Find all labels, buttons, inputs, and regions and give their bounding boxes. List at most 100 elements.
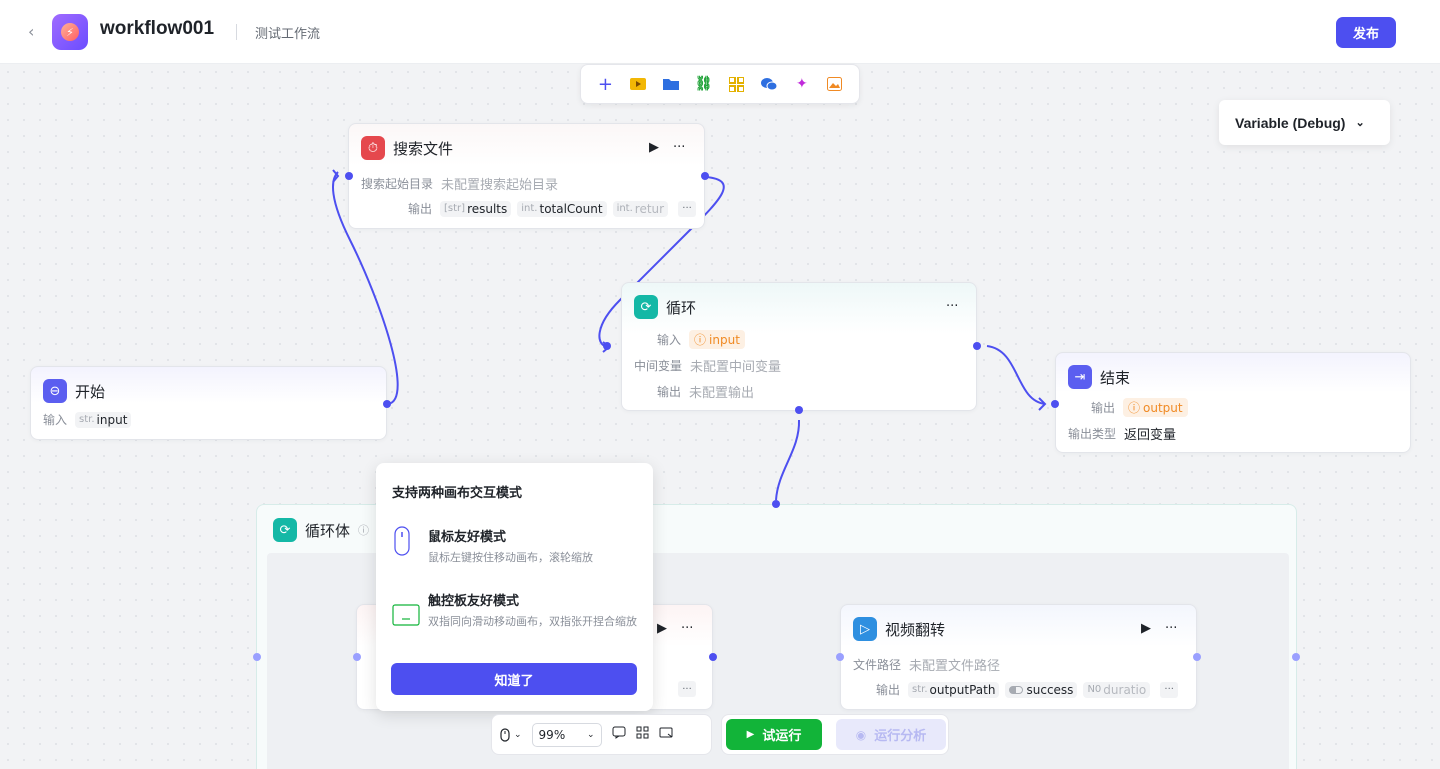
got-it-button[interactable]: 知道了: [391, 663, 637, 695]
run-node-icon[interactable]: ▶: [1141, 621, 1151, 636]
more-icon[interactable]: ···: [946, 299, 958, 314]
output-label: 输出: [1091, 401, 1116, 415]
field-label: 搜索起始目录: [361, 177, 434, 191]
wechat-icon[interactable]: [759, 74, 779, 94]
input-warning-tag: ⓘ input: [689, 330, 745, 349]
test-run-button[interactable]: ▶ 试运行: [726, 719, 822, 750]
port-out[interactable]: [383, 400, 391, 408]
output-tag: [str] results: [440, 200, 512, 217]
port-out[interactable]: [973, 342, 981, 350]
folder-icon[interactable]: [661, 74, 681, 94]
port-in[interactable]: [1051, 400, 1059, 408]
port-loop-right[interactable]: [1292, 653, 1300, 661]
lightning-icon: ⚡: [61, 23, 79, 41]
chevron-down-icon: ⌄: [514, 729, 522, 740]
touchpad-mode-title: 触控板友好模式: [428, 594, 520, 609]
more-outputs-icon[interactable]: ···: [678, 681, 696, 697]
output-warning-tag: ⓘ output: [1123, 398, 1188, 417]
port-in[interactable]: [603, 342, 611, 350]
play-icon: ▶: [746, 729, 755, 740]
mouse-mode-title: 鼠标友好模式: [428, 530, 507, 545]
output-tag: int. totalCount: [517, 200, 607, 217]
image-icon[interactable]: [825, 74, 845, 94]
chevron-down-icon: ⌄: [587, 729, 595, 740]
chevron-down-icon: ⌄: [1355, 117, 1365, 129]
clock-icon: ⏱: [361, 136, 385, 160]
plus-icon[interactable]: +: [595, 74, 615, 95]
type-label: 输出类型: [1068, 427, 1117, 441]
mouse-mode-toggle[interactable]: ⌄: [500, 727, 522, 742]
sparkle-icon[interactable]: ✦: [792, 74, 812, 94]
port-in[interactable]: [353, 653, 361, 661]
touchpad-mode-option[interactable]: 触控板友好模式 双指同向滑动移动画布，双指张开捏合缩放: [392, 590, 638, 631]
more-icon[interactable]: ···: [681, 621, 693, 636]
node-start[interactable]: ⊖ 开始 输入 str. input: [30, 366, 387, 440]
mouse-icon: [392, 526, 416, 567]
port-loop-left[interactable]: [253, 653, 261, 661]
node-end[interactable]: ⇥ 结束 输出 ⓘ output 输出类型 返回变量: [1055, 352, 1411, 453]
workflow-description: 测试工作流: [255, 27, 321, 42]
loop-icon: ⟳: [273, 518, 297, 542]
input-label: 输入: [43, 413, 68, 427]
more-outputs-icon[interactable]: ···: [678, 200, 697, 217]
loop-icon: ⟳: [634, 295, 658, 319]
touchpad-icon: [392, 590, 420, 631]
publish-button[interactable]: 发布: [1336, 17, 1396, 48]
port-in[interactable]: [345, 172, 353, 180]
run-analysis-label: 运行分析: [874, 729, 927, 744]
header-divider: [236, 24, 237, 40]
output-tag: int. retur: [612, 200, 669, 217]
header-bar: ‹ ⚡ workflow001 测试工作流 发布: [0, 0, 1440, 64]
back-chevron-icon[interactable]: ‹: [28, 22, 44, 42]
grid-icon[interactable]: [726, 74, 746, 94]
run-analysis-button[interactable]: ◉ 运行分析: [836, 719, 946, 750]
field-value: 未配置搜索起始目录: [441, 178, 559, 193]
variable-debug-dropdown[interactable]: Variable (Debug) ⌄: [1219, 100, 1390, 145]
path-value: 未配置文件路径: [909, 659, 1001, 674]
toggle-icon: [1009, 685, 1024, 694]
workflow-title: workflow001: [100, 18, 215, 39]
node-title: 搜索文件: [393, 139, 454, 158]
warning-icon: ⓘ: [1128, 401, 1141, 415]
node-title: 结束: [1100, 368, 1131, 387]
video-icon[interactable]: [628, 74, 648, 94]
input-tag: str. input: [75, 411, 132, 428]
layout-grid-icon[interactable]: [636, 726, 649, 743]
mouse-icon: [500, 727, 510, 742]
link-icon[interactable]: ⛓: [694, 74, 714, 94]
more-icon[interactable]: ···: [1165, 621, 1177, 636]
input-label: 输入: [657, 333, 682, 347]
output-value: 未配置输出: [689, 386, 755, 401]
run-node-icon[interactable]: ▶: [649, 140, 659, 155]
start-icon: ⊖: [43, 379, 67, 403]
node-video-flip[interactable]: ▷ 视频翻转 ▶ ··· 文件路径 未配置文件路径 输出 str. outputP…: [840, 604, 1197, 710]
test-run-label: 试运行: [762, 729, 802, 744]
comment-icon[interactable]: [612, 726, 626, 743]
output-tag: N0 duratio: [1083, 681, 1151, 698]
port-out[interactable]: [1193, 653, 1201, 661]
node-title: 循环: [666, 298, 697, 317]
warning-icon: ⓘ: [694, 333, 707, 347]
mouse-mode-desc: 鼠标左键按住移动画布，滚轮缩放: [428, 551, 593, 564]
port-out[interactable]: [701, 172, 709, 180]
mouse-mode-option[interactable]: 鼠标友好模式 鼠标左键按住移动画布，滚轮缩放: [392, 526, 638, 567]
zoom-select[interactable]: 99% ⌄: [531, 722, 602, 747]
port-in[interactable]: [836, 653, 844, 661]
node-title: 开始: [75, 382, 106, 401]
port-loop-top[interactable]: [772, 500, 780, 508]
variable-debug-label: Variable (Debug): [1235, 114, 1346, 131]
mid-label: 中间变量: [634, 359, 683, 373]
node-loop[interactable]: ⟳ 循环 ··· 输入 ⓘ input 中间变量 未配置中间变量 输出 未配置输出: [621, 282, 977, 411]
run-node-icon[interactable]: ▶: [657, 621, 667, 636]
eye-icon: ◉: [855, 727, 867, 742]
more-icon[interactable]: ···: [673, 140, 685, 155]
info-icon: ⓘ: [358, 524, 370, 537]
output-tag: success: [1005, 681, 1078, 698]
type-value: 返回变量: [1124, 428, 1177, 443]
port-out[interactable]: [709, 653, 717, 661]
node-search-files[interactable]: ⏱ 搜索文件 ▶ ··· 搜索起始目录 未配置搜索起始目录 输出 [str] re…: [348, 123, 705, 229]
more-outputs-icon[interactable]: ···: [1160, 681, 1179, 698]
port-loop-body[interactable]: [795, 406, 803, 414]
node-title: 视频翻转: [885, 620, 946, 639]
minimap-icon[interactable]: [659, 726, 674, 743]
